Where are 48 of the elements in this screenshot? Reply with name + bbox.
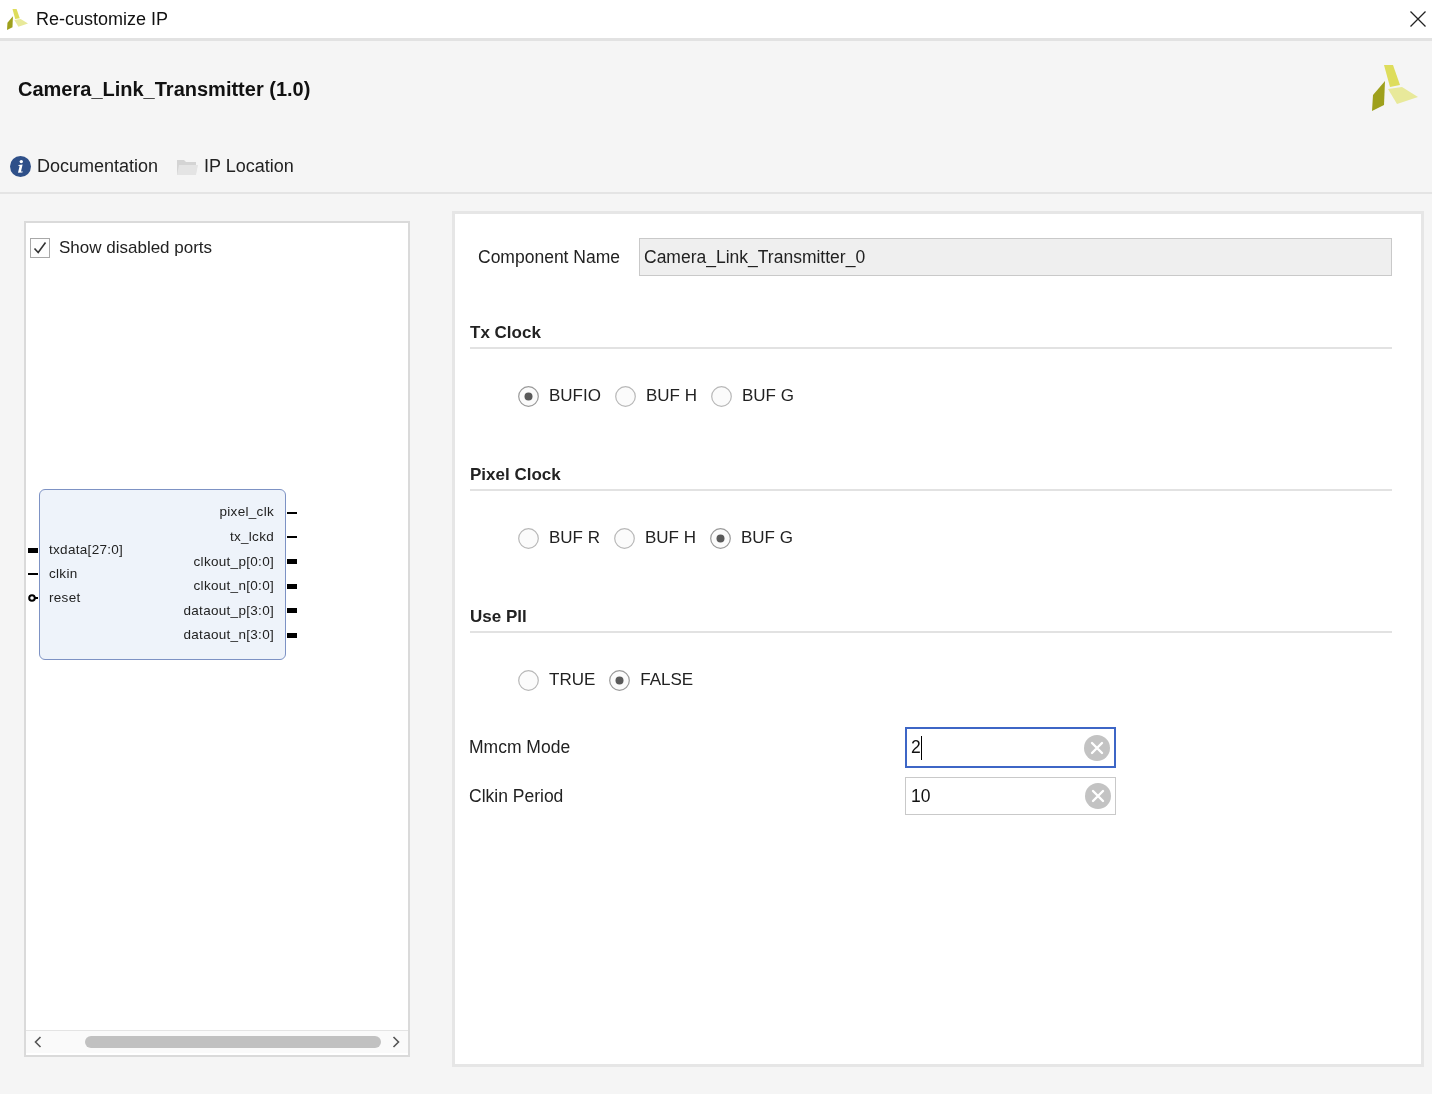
- scrollbar-thumb[interactable]: [85, 1036, 381, 1048]
- field-label: Clkin Period: [469, 784, 564, 808]
- header-link[interactable]: IP Location: [177, 153, 294, 180]
- chevron-right-icon[interactable]: [392, 1036, 400, 1048]
- port-label: clkout_p[0:0]: [193, 552, 274, 571]
- inverted-pin-icon: [28, 594, 38, 602]
- port-label: clkin: [49, 564, 78, 583]
- section-heading: Tx Clock: [470, 323, 541, 343]
- text-field[interactable]: 10: [905, 777, 1116, 815]
- radio-option[interactable]: TRUE: [518, 668, 596, 692]
- clear-icon[interactable]: [1084, 734, 1110, 761]
- port-label: clkout_n[0:0]: [193, 577, 274, 596]
- radio-option[interactable]: BUF R: [518, 526, 600, 550]
- section-heading: Use Pll: [470, 607, 527, 627]
- ip-title: Camera_Link_Transmitter (1.0): [18, 77, 311, 101]
- close-icon[interactable]: [1410, 11, 1426, 27]
- field-label: Component Name: [478, 245, 621, 269]
- field-label: Mmcm Mode: [469, 736, 571, 760]
- window-title: Re-customize IP: [36, 7, 169, 31]
- bus-pin-icon: [287, 608, 297, 614]
- text-cursor-icon: [920, 735, 923, 760]
- port-label: dataout_n[3:0]: [183, 626, 274, 645]
- bus-pin-icon: [287, 633, 297, 638]
- port-label: tx_lckd: [229, 528, 274, 546]
- header-link[interactable]: Documentation: [10, 153, 159, 180]
- app-logo-icon: [7, 8, 28, 30]
- radio-option[interactable]: BUF H: [614, 526, 696, 550]
- radio-option[interactable]: BUF G: [710, 384, 794, 408]
- radio-option[interactable]: BUFIO: [518, 384, 601, 408]
- bus-pin-icon: [287, 559, 297, 565]
- text-field[interactable]: 2: [905, 727, 1116, 768]
- section-heading: Pixel Clock: [470, 465, 561, 485]
- radio-option[interactable]: BUF G: [710, 526, 793, 550]
- component-name-field[interactable]: Camera_Link_Transmitter_0: [639, 238, 1392, 276]
- radio-option[interactable]: FALSE: [609, 668, 694, 692]
- bus-pin-icon: [28, 547, 38, 553]
- horizontal-scrollbar[interactable]: [26, 1030, 408, 1053]
- port-label: dataout_p[3:0]: [183, 601, 274, 620]
- port-label: pixel_clk: [219, 503, 274, 522]
- vendor-logo-icon: [1372, 65, 1418, 111]
- folder-icon: [177, 157, 199, 176]
- clear-icon[interactable]: [1085, 783, 1111, 809]
- info-icon: [10, 156, 31, 177]
- radio-option[interactable]: BUF H: [614, 384, 697, 408]
- port-label: reset: [49, 588, 81, 607]
- chevron-left-icon[interactable]: [34, 1036, 42, 1048]
- bus-pin-icon: [287, 583, 297, 589]
- port-label: txdata[27:0]: [49, 540, 124, 559]
